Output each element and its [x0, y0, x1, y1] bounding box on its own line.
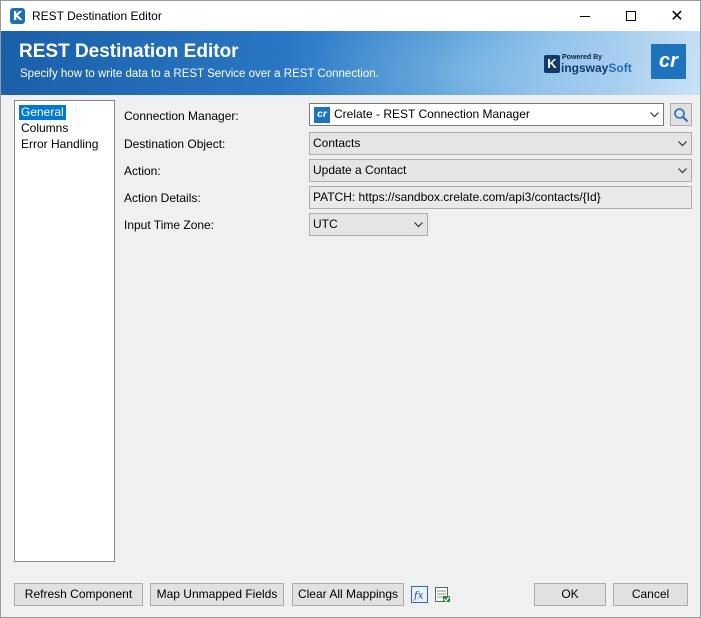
- kingswaysoft-k-icon: K: [544, 55, 560, 73]
- destination-object-label: Destination Object:: [124, 137, 226, 151]
- kingsway-app-icon: K: [10, 8, 25, 24]
- chevron-down-icon: [678, 168, 687, 174]
- maximize-button[interactable]: [608, 1, 654, 31]
- action-details-field[interactable]: PATCH: https://sandbox.crelate.com/api3/…: [309, 186, 692, 209]
- minimize-icon: [580, 15, 590, 17]
- destination-object-value: Contacts: [313, 136, 361, 150]
- close-icon: ✕: [670, 6, 684, 25]
- map-unmapped-fields-button[interactable]: Map Unmapped Fields: [150, 583, 284, 606]
- destination-object-select[interactable]: Contacts: [309, 132, 692, 155]
- chevron-down-icon: [678, 141, 687, 147]
- banner-subtitle: Specify how to write data to a REST Serv…: [20, 68, 379, 80]
- banner-title: REST Destination Editor: [19, 41, 239, 62]
- action-label: Action:: [124, 164, 161, 178]
- action-value: Update a Contact: [313, 163, 407, 177]
- connection-manager-value: Crelate - REST Connection Manager: [334, 107, 530, 121]
- crelate-logo: cr: [651, 44, 686, 79]
- spreadsheet-export-icon: [435, 587, 450, 602]
- chevron-down-icon: [650, 112, 659, 118]
- export-mappings-button[interactable]: [434, 586, 451, 603]
- action-select[interactable]: Update a Contact: [309, 159, 692, 182]
- maximize-icon: [626, 11, 636, 21]
- page-nav-list: General Columns Error Handling: [14, 100, 115, 562]
- expression-fx-button[interactable]: fx: [411, 586, 428, 603]
- fx-icon: fx: [411, 586, 428, 603]
- fx-icon-label: fx: [413, 591, 424, 602]
- minimize-button[interactable]: [562, 1, 608, 31]
- nav-item-columns[interactable]: Columns: [19, 121, 70, 136]
- kingswaysoft-wordmark: ingswaySoft: [561, 61, 632, 75]
- title-bar: K REST Destination Editor ✕: [1, 1, 700, 31]
- brand-ingsway: ingsway: [561, 61, 609, 75]
- connection-manager-label: Connection Manager:: [124, 109, 239, 123]
- editor-window: K REST Destination Editor ✕ REST Destina…: [0, 0, 701, 618]
- crelate-connection-icon: cr: [314, 107, 330, 123]
- connection-manager-select[interactable]: cr Crelate - REST Connection Manager: [309, 103, 664, 126]
- cancel-button[interactable]: Cancel: [613, 583, 688, 606]
- input-time-zone-value: UTC: [313, 217, 338, 231]
- refresh-component-button[interactable]: Refresh Component: [14, 583, 143, 606]
- browse-connection-button[interactable]: [670, 103, 692, 126]
- nav-item-general[interactable]: General: [19, 105, 66, 120]
- kingswaysoft-logo: Powered By K ingswaySoft: [542, 51, 634, 79]
- brand-soft: Soft: [608, 61, 632, 75]
- powered-by-label: Powered By: [562, 54, 603, 61]
- action-details-label: Action Details:: [124, 191, 201, 205]
- input-time-zone-select[interactable]: UTC: [309, 213, 428, 236]
- clear-all-mappings-button[interactable]: Clear All Mappings: [292, 583, 404, 606]
- header-banner: REST Destination Editor Specify how to w…: [1, 31, 700, 95]
- window-title: REST Destination Editor: [32, 9, 162, 23]
- chevron-down-icon: [414, 222, 423, 228]
- magnifier-icon: [674, 107, 689, 122]
- ok-button[interactable]: OK: [534, 583, 606, 606]
- input-time-zone-label: Input Time Zone:: [124, 218, 215, 232]
- close-button[interactable]: ✕: [654, 1, 700, 31]
- nav-item-error-handling[interactable]: Error Handling: [19, 137, 100, 152]
